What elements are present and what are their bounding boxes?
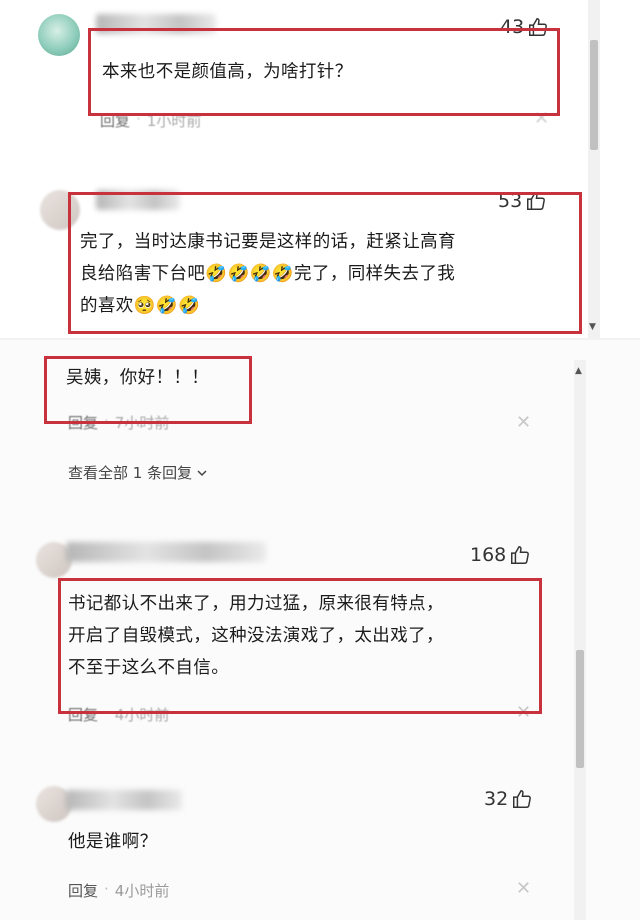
chevron-down-icon	[197, 469, 207, 476]
reply-link[interactable]: 回复	[68, 880, 98, 901]
view-all-replies[interactable]: 查看全部 1 条回复	[68, 462, 208, 483]
comment-text: 他是谁啊？	[68, 832, 158, 852]
scroll-down-arrow[interactable]: ▼	[589, 322, 596, 332]
highlight-box	[58, 578, 542, 714]
username-redacted	[66, 542, 266, 562]
thumbs-up-icon[interactable]	[511, 788, 533, 810]
like-count-value: 32	[484, 788, 509, 810]
avatar[interactable]	[38, 14, 80, 56]
separator-dot: ·	[104, 880, 109, 898]
close-icon[interactable]: ✕	[516, 878, 531, 899]
scrollbar[interactable]: ▲	[574, 360, 586, 920]
like-count[interactable]: 168	[470, 544, 531, 566]
thumbs-up-icon[interactable]	[509, 544, 531, 566]
scrollbar[interactable]: ▼	[588, 0, 600, 340]
scrollbar-thumb[interactable]	[576, 650, 584, 768]
like-count-value: 168	[470, 544, 507, 566]
highlight-box	[88, 28, 560, 116]
comment-meta: 回复 · 4小时前	[68, 880, 169, 901]
view-all-label: 查看全部 1 条回复	[68, 464, 193, 482]
scroll-up-arrow[interactable]: ▲	[575, 366, 582, 376]
close-icon[interactable]: ✕	[516, 412, 531, 433]
highlight-box	[44, 356, 252, 424]
username-redacted	[66, 790, 182, 810]
timestamp: 4小时前	[114, 882, 170, 900]
highlight-box	[68, 192, 582, 334]
scrollbar-thumb[interactable]	[590, 40, 598, 150]
comment-panel-bottom: 吴姨，你好！！！ 回复 · 7小时前 ✕ 查看全部 1 条回复 168 书记都认…	[0, 340, 640, 920]
comment-panel-top: 43 本来也不是颜值高，为啥打针？ 回复 · 1小时前 ✕ 53 完了，当时达康…	[0, 0, 640, 340]
like-count[interactable]: 32	[484, 788, 533, 810]
